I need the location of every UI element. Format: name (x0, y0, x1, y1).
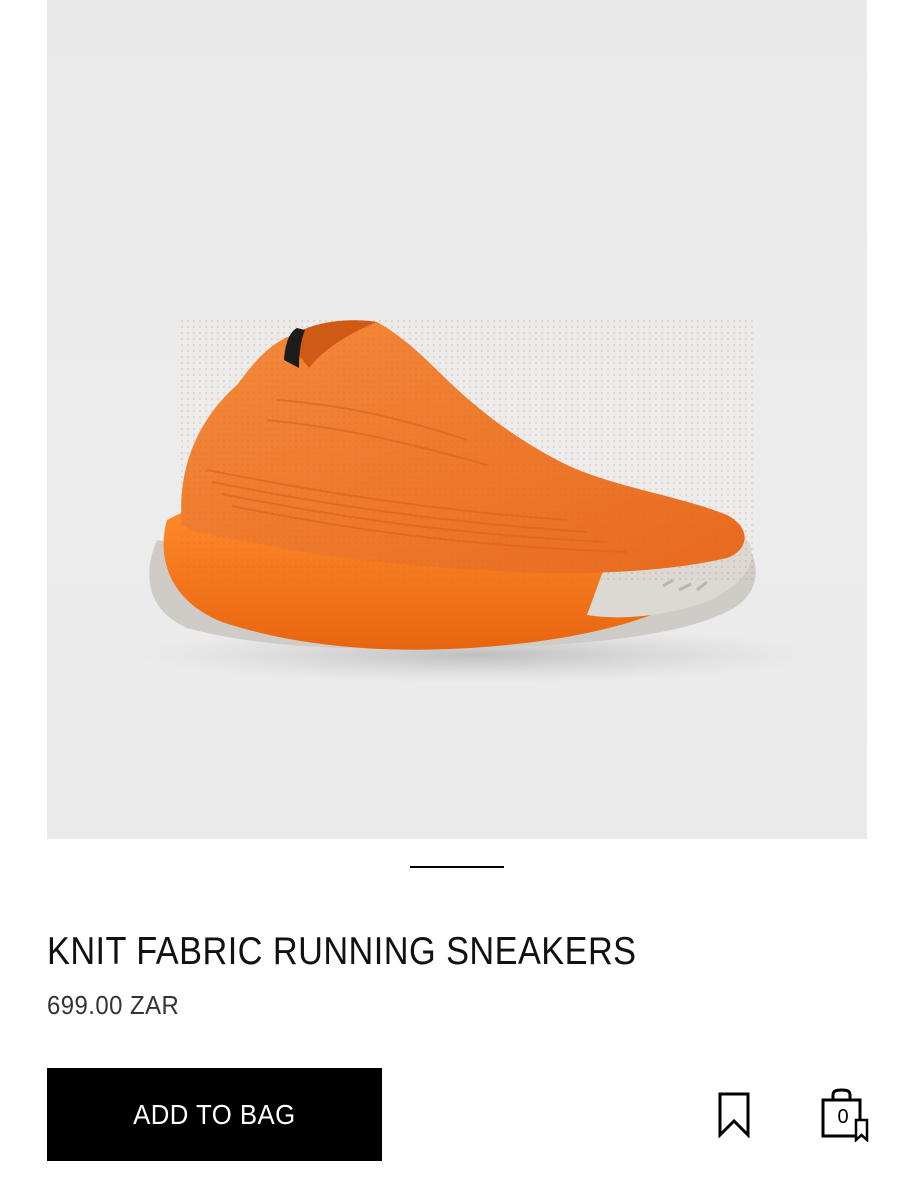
product-image[interactable] (47, 0, 867, 839)
product-title: KNIT FABRIC RUNNING SNEAKERS (47, 930, 637, 973)
bag-count: 0 (837, 1106, 849, 1128)
product-page: KNIT FABRIC RUNNING SNEAKERS 699.00 ZAR … (0, 0, 914, 1200)
bookmark-icon[interactable] (716, 1092, 752, 1138)
product-price: 699.00 ZAR (47, 990, 180, 1020)
sneaker-image (137, 320, 817, 683)
scroll-indicator (410, 866, 504, 868)
add-to-bag-button[interactable]: ADD TO BAG (47, 1068, 382, 1161)
add-to-bag-label: ADD TO BAG (133, 1098, 296, 1130)
